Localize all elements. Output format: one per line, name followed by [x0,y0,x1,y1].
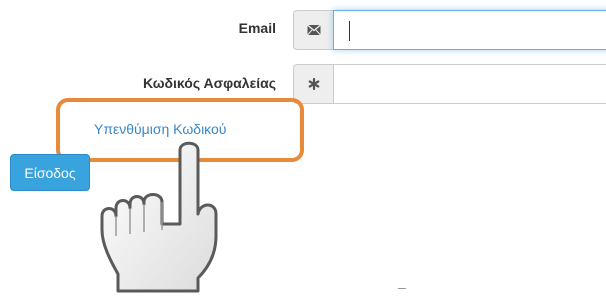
email-label: Email [238,20,276,36]
asterisk-icon [308,78,319,90]
hand-pointer-icon [100,141,218,293]
text-caret [349,21,350,41]
password-addon [293,64,333,104]
forgot-password-link[interactable]: Υπενθύμιση Κωδικού [94,121,226,137]
envelope-icon [306,24,321,36]
email-addon [293,10,333,50]
email-field[interactable] [333,10,606,50]
divider-mark [398,288,406,289]
password-field[interactable] [333,64,606,104]
password-label: Κωδικός Ασφαλείας [142,75,276,91]
login-button[interactable]: Είσοδος [10,154,90,191]
